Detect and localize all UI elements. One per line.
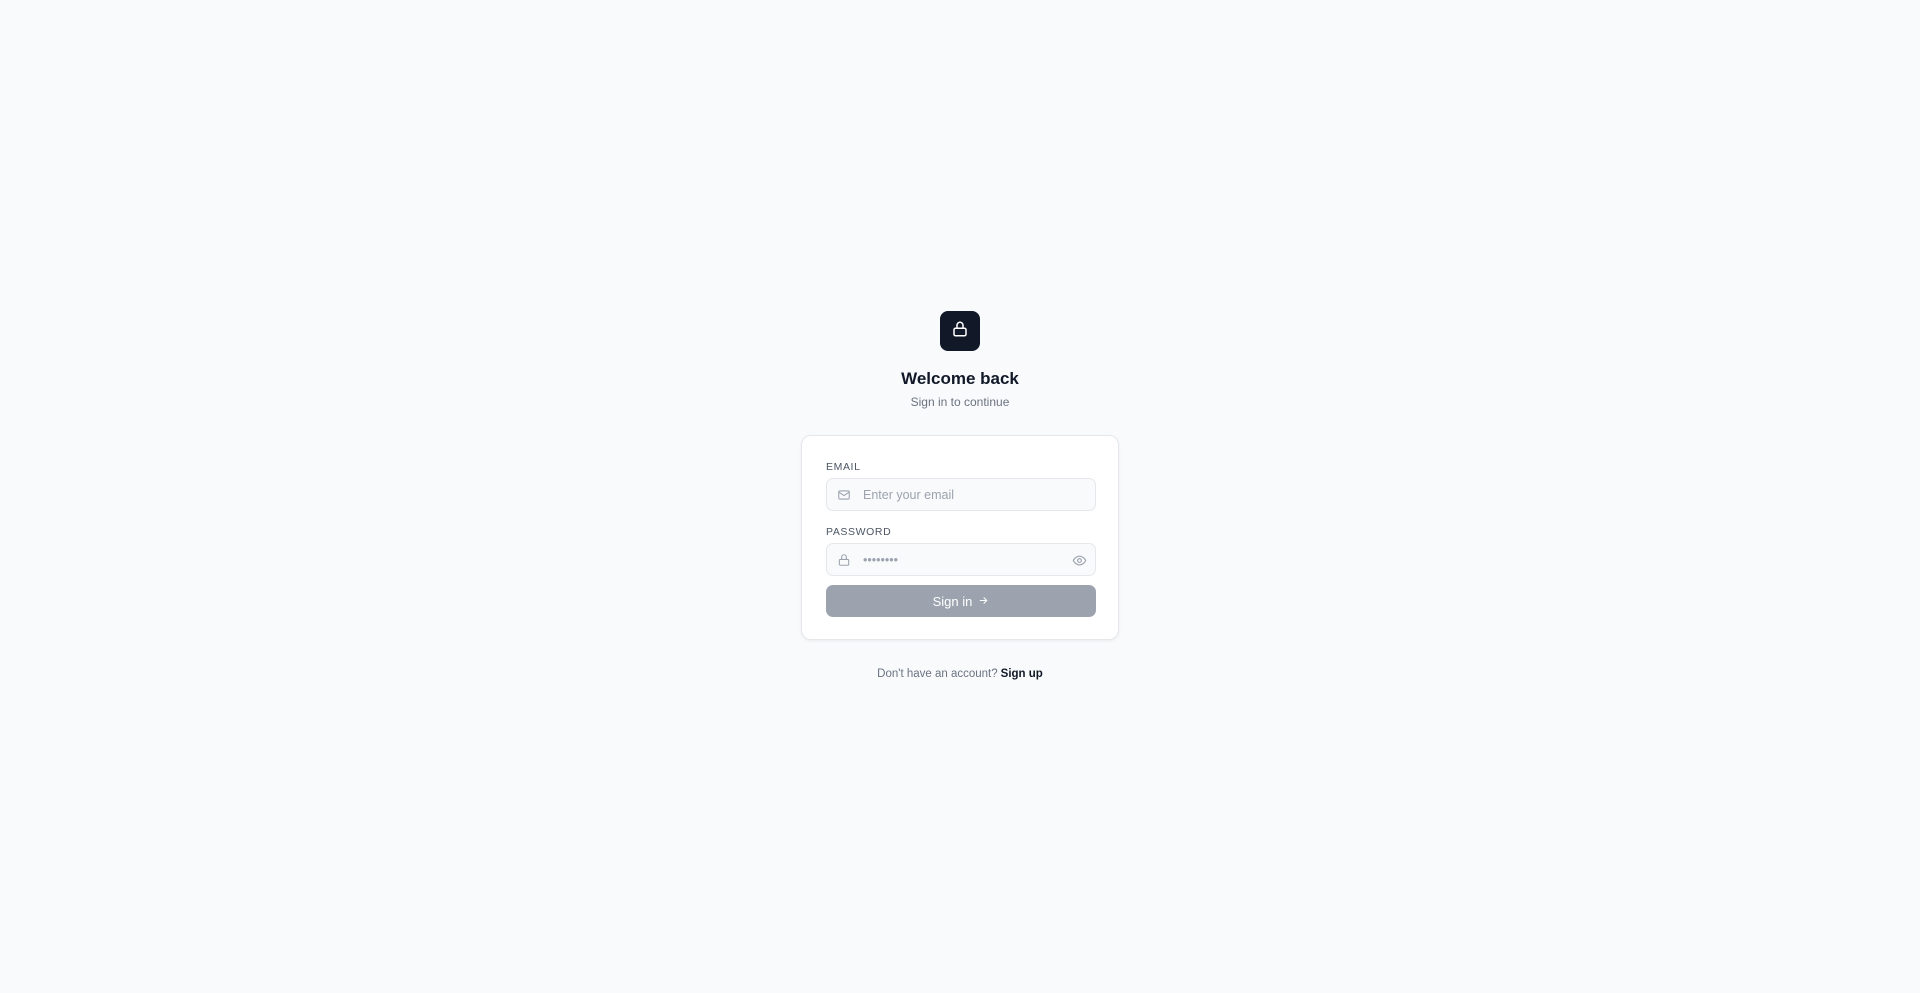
login-card: EMAIL PASSWORD	[801, 435, 1119, 640]
password-field[interactable]	[826, 543, 1096, 576]
arrow-right-icon	[978, 594, 989, 609]
sign-in-button[interactable]: Sign in	[826, 585, 1096, 617]
sign-up-link[interactable]: Sign up	[1001, 668, 1043, 680]
email-field[interactable]	[826, 478, 1096, 511]
page-subtitle: Sign in to continue	[910, 395, 1010, 409]
password-input[interactable]	[863, 544, 1063, 575]
lock-icon	[836, 552, 852, 568]
signup-prompt-text: Don't have an account?	[877, 668, 998, 680]
eye-icon[interactable]	[1071, 552, 1087, 568]
mail-icon	[836, 487, 852, 503]
logo-tile	[940, 311, 980, 351]
email-input[interactable]	[863, 479, 1063, 510]
signup-prompt: Don't have an account? Sign up	[0, 667, 1920, 681]
page-title: Welcome back	[901, 369, 1019, 388]
login-page: Welcome back Sign in to continue EMAIL P…	[0, 0, 1920, 993]
password-label: PASSWORD	[826, 526, 892, 538]
email-label: EMAIL	[826, 461, 861, 473]
sign-in-label: Sign in	[932, 593, 973, 609]
lock-icon	[951, 320, 969, 343]
